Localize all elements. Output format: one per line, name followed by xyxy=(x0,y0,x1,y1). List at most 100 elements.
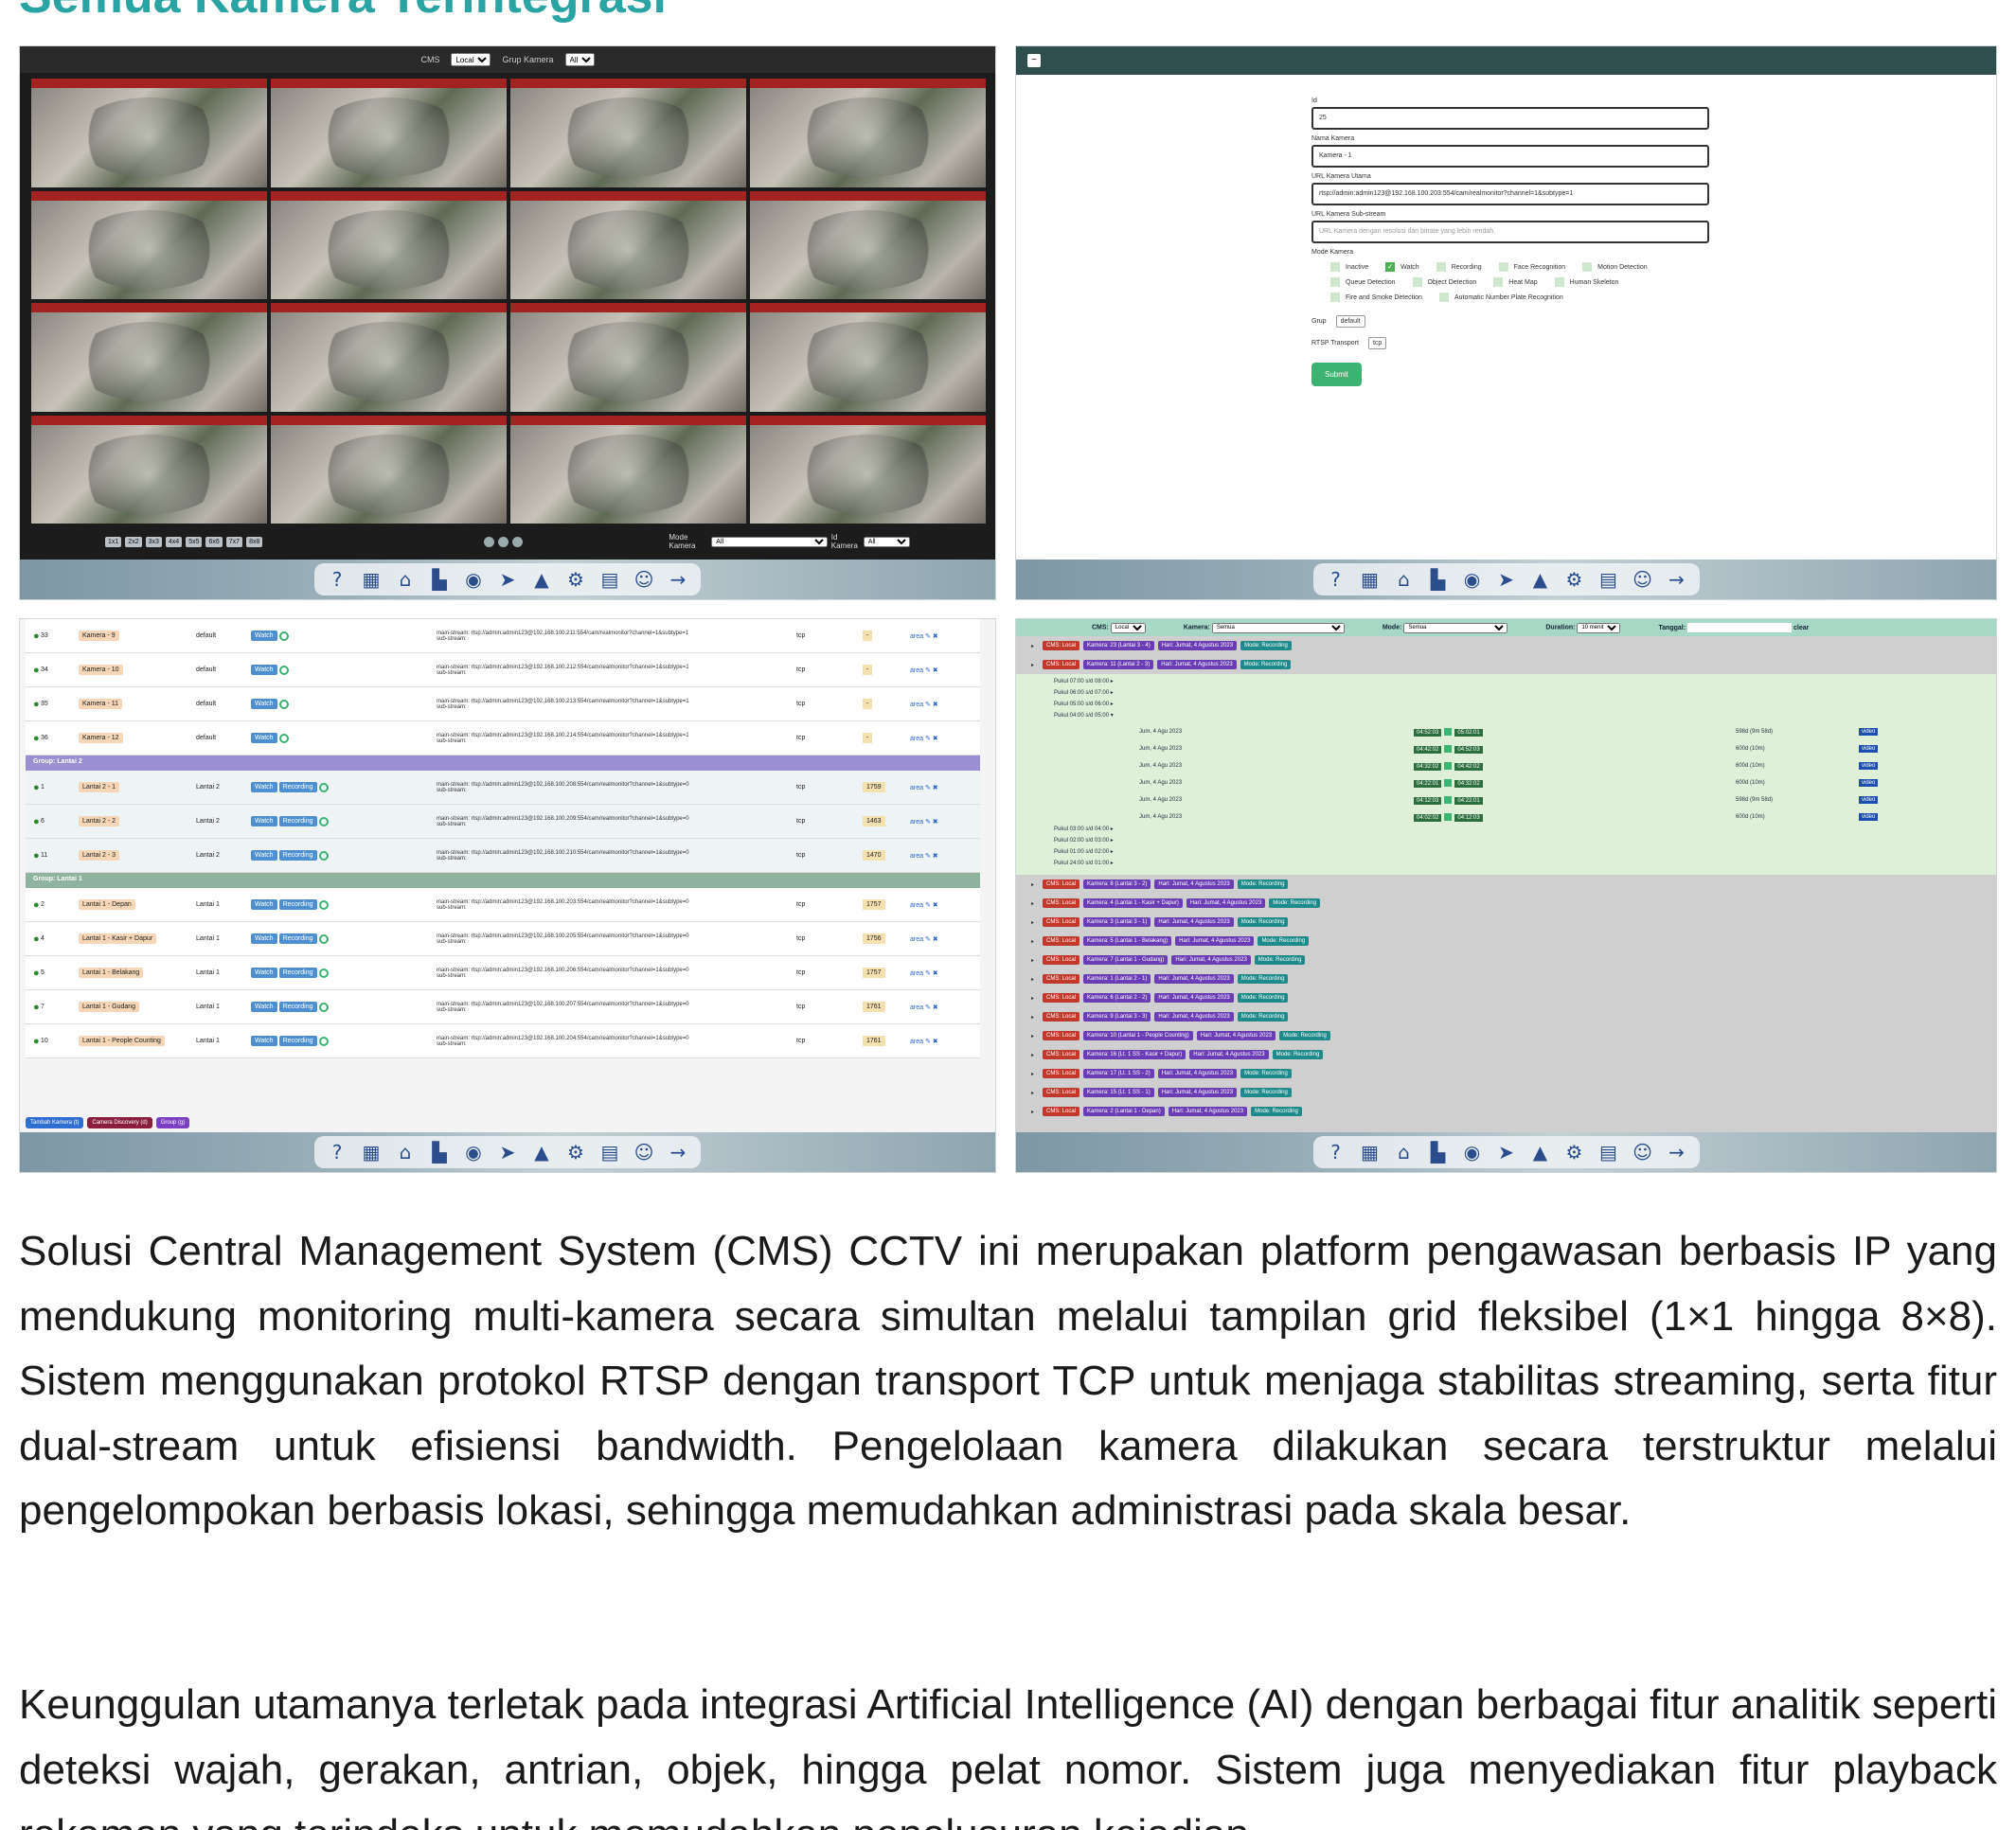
add-mode-icon[interactable] xyxy=(318,1036,329,1046)
edit-icon[interactable]: ✎ xyxy=(923,853,931,860)
edit-icon[interactable]: ✎ xyxy=(923,633,931,640)
hour-row-open[interactable]: Pukul 04:00 s/d 05:00 ▾ xyxy=(1054,712,1996,723)
collapse-icon[interactable]: − xyxy=(1027,54,1041,67)
logout-icon[interactable]: → xyxy=(665,1139,691,1165)
camera-name[interactable]: Lantai 1 - Kasir + Dapur xyxy=(79,933,157,944)
play-icon[interactable] xyxy=(1444,813,1453,821)
duration-select[interactable]: 10 menit xyxy=(1577,622,1621,633)
play-icon[interactable] xyxy=(1444,745,1453,753)
expand-icon[interactable]: ▸ xyxy=(1031,1090,1039,1096)
area-button[interactable]: area xyxy=(910,633,923,640)
date-field[interactable] xyxy=(1687,623,1793,632)
area-button[interactable]: area xyxy=(910,785,923,791)
camera-tile[interactable]: WA3 - Lantai 2 - 2 xyxy=(510,79,746,187)
mode-option[interactable]: Object Detection xyxy=(1412,277,1476,287)
delete-icon[interactable]: ✖ xyxy=(931,1004,938,1011)
camera-tile[interactable]: WA12 - Lt. 2 Sit - 2 xyxy=(750,303,986,412)
gear-icon[interactable]: ⚙ xyxy=(1561,566,1588,593)
playback-row[interactable]: ▸ CMS: Local Kamera: 7 (Lantai 1 - Gudang)… xyxy=(1016,951,1996,969)
hour-row[interactable]: Pukul 01:00 s/d 02:00 ▸ xyxy=(1054,848,1996,860)
warning-icon[interactable]: ▲ xyxy=(1527,1139,1554,1165)
user-icon[interactable]: ☺ xyxy=(631,566,657,593)
layout-button[interactable]: 3x3 xyxy=(145,536,162,547)
logout-icon[interactable]: → xyxy=(1664,1139,1690,1165)
playback-row[interactable]: ▸ CMS: Local Kamera: 2 (Lantai 1 - Depan) H… xyxy=(1016,1102,1996,1121)
mode-select[interactable]: Semua xyxy=(1403,622,1508,633)
camera-tile[interactable]: WA13 - Lt. 2 Sit - 3 xyxy=(31,415,267,524)
video-button[interactable]: video xyxy=(1859,813,1879,821)
area-button[interactable]: area xyxy=(910,853,923,860)
table-action-button[interactable]: Group (g) xyxy=(155,1117,190,1128)
video-button[interactable]: video xyxy=(1859,779,1879,787)
edit-icon[interactable]: ✎ xyxy=(923,819,931,826)
clear-button[interactable]: clear xyxy=(1793,625,1809,631)
camera-tile[interactable]: WA4 - Lantai 1 - Kasir xyxy=(750,79,986,187)
edit-icon[interactable]: ✎ xyxy=(923,785,931,791)
expand-icon[interactable]: ▸ xyxy=(1031,919,1039,926)
area-button[interactable]: area xyxy=(910,667,923,674)
chart-icon[interactable]: ▙ xyxy=(426,1139,453,1165)
help-icon[interactable]: ? xyxy=(1323,1139,1349,1165)
delete-icon[interactable]: ✖ xyxy=(931,702,938,708)
edit-icon[interactable]: ✎ xyxy=(923,736,931,742)
layout-button[interactable]: 5x5 xyxy=(186,536,203,547)
arrow-icon[interactable]: ➤ xyxy=(1493,566,1520,593)
camera-icon[interactable]: ◉ xyxy=(460,1139,487,1165)
hour-row[interactable]: Pukul 03:00 s/d 04:00 ▸ xyxy=(1054,826,1996,837)
mode-checkbox[interactable] xyxy=(1330,293,1340,302)
layout-button[interactable]: 6x6 xyxy=(205,536,223,547)
edit-icon[interactable]: ✎ xyxy=(923,702,931,708)
delete-icon[interactable]: ✖ xyxy=(931,1039,938,1045)
edit-icon[interactable]: ✎ xyxy=(923,970,931,977)
delete-icon[interactable]: ✖ xyxy=(931,902,938,909)
help-icon[interactable]: ? xyxy=(1323,566,1349,593)
expand-icon[interactable]: ▸ xyxy=(1031,995,1039,1002)
area-button[interactable]: area xyxy=(910,936,923,943)
add-mode-icon[interactable] xyxy=(318,782,329,792)
substream-field[interactable]: URL Kamera dengan resolusi dan bitrate y… xyxy=(1311,221,1709,243)
camera-name[interactable]: Kamera - 10 xyxy=(79,665,123,675)
layout-button[interactable]: 8x8 xyxy=(246,536,263,547)
area-button[interactable]: area xyxy=(910,702,923,708)
area-button[interactable]: area xyxy=(910,970,923,977)
mode-checkbox[interactable] xyxy=(1438,293,1449,302)
expand-icon[interactable]: ▸ xyxy=(1031,662,1039,668)
camera-tile[interactable]: WA10 - Lantai 1 - People xyxy=(271,303,507,412)
camera-name[interactable]: Lantai 2 - 1 xyxy=(79,782,120,792)
area-button[interactable]: area xyxy=(910,1004,923,1011)
delete-icon[interactable]: ✖ xyxy=(931,785,938,791)
help-icon[interactable]: ? xyxy=(324,566,350,593)
page-dot[interactable] xyxy=(498,536,509,547)
home-icon[interactable]: ⌂ xyxy=(1391,566,1418,593)
hour-row[interactable]: Pukul 06:00 s/d 07:00 ▸ xyxy=(1054,689,1996,701)
edit-icon[interactable]: ✎ xyxy=(923,1039,931,1045)
video-button[interactable]: video xyxy=(1859,762,1879,770)
camera-name[interactable]: Lantai 1 - Belakang xyxy=(79,968,144,978)
mode-option[interactable]: Recording xyxy=(1436,262,1482,272)
page-dot[interactable] xyxy=(484,536,495,547)
camera-tile[interactable]: WA9 - Lt. 2 - 3 xyxy=(31,303,267,412)
submit-button[interactable]: Submit xyxy=(1311,363,1362,386)
camera-name[interactable]: Lantai 2 - 2 xyxy=(79,816,120,826)
playback-row[interactable]: ▸ CMS: Local Kamera: 4 (Lantai 1 - Kasir +… xyxy=(1016,894,1996,913)
mode-option[interactable]: Inactive xyxy=(1330,262,1368,272)
delete-icon[interactable]: ✖ xyxy=(931,970,938,977)
mode-checkbox[interactable] xyxy=(1436,262,1446,272)
expand-icon[interactable]: ▸ xyxy=(1031,976,1039,983)
hour-row[interactable]: Pukul 05:00 s/d 06:00 ▸ xyxy=(1054,701,1996,712)
area-button[interactable]: area xyxy=(910,736,923,742)
playback-row[interactable]: ▸ CMS: Local Kamera: 17 (Lt. 1 SS - 2) Hari… xyxy=(1016,1064,1996,1083)
camera-icon[interactable]: ◉ xyxy=(1459,566,1486,593)
home-icon[interactable]: ⌂ xyxy=(392,566,419,593)
playback-row[interactable]: ▸ CMS: Local Kamera: 23 (Lantai 3 - 4) Hari… xyxy=(1016,636,1996,655)
add-mode-icon[interactable] xyxy=(278,665,289,675)
logout-icon[interactable]: → xyxy=(1664,566,1690,593)
layout-button[interactable]: 4x4 xyxy=(165,536,183,547)
table-action-button[interactable]: Tambah Kamera (t) xyxy=(26,1117,84,1128)
cms-select[interactable]: Local xyxy=(1110,622,1146,633)
add-mode-icon[interactable] xyxy=(318,933,329,944)
camera-icon[interactable]: ◉ xyxy=(1459,1139,1486,1165)
mode-checkbox[interactable] xyxy=(1493,277,1504,287)
play-icon[interactable] xyxy=(1444,762,1453,770)
camera-tile[interactable]: WA8 - Lantai 2 - 3 xyxy=(750,190,986,299)
